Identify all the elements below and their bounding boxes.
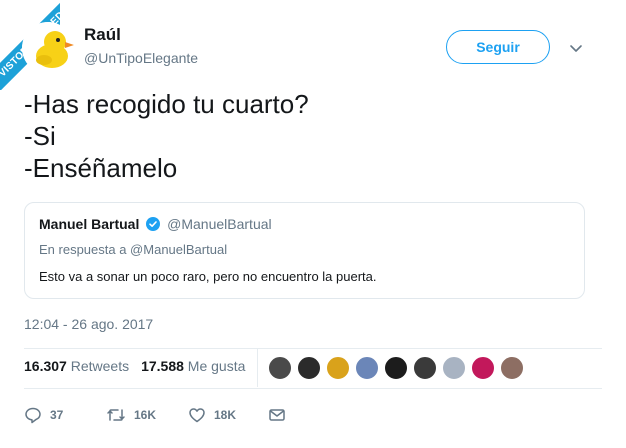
likes-count: 17.588 — [141, 358, 184, 374]
divider — [24, 388, 602, 389]
liker-avatar[interactable] — [471, 356, 495, 380]
heart-icon — [189, 408, 205, 423]
duck-avatar-icon — [22, 22, 74, 74]
stats-separator — [257, 349, 258, 387]
quoted-author-handle: @ManuelBartual — [167, 216, 272, 232]
tweet-line: -Si — [24, 121, 56, 151]
quoted-tweet-header: Manuel Bartual @ManuelBartual — [39, 215, 570, 233]
divider — [24, 348, 602, 349]
reply-icon — [25, 407, 41, 424]
retweets-label: Retweets — [70, 358, 130, 374]
liker-avatar[interactable] — [500, 356, 524, 380]
liker-avatar[interactable] — [384, 356, 408, 380]
tweet-text: -Has recogido tu cuarto? -Si -Enséñamelo — [24, 88, 309, 184]
reply-context: En respuesta a @ManuelBartual — [39, 242, 228, 257]
tweet-line: -Has recogido tu cuarto? — [24, 89, 309, 119]
reply-button[interactable]: 37 — [24, 404, 63, 426]
author-handle[interactable]: @UnTipoElegante — [84, 50, 198, 66]
retweet-count: 16K — [134, 408, 157, 422]
timestamp[interactable]: 12:04 - 26 ago. 2017 — [24, 316, 153, 332]
author-name[interactable]: Raúl — [84, 25, 121, 45]
liker-avatar[interactable] — [268, 356, 292, 380]
quoted-tweet[interactable]: Manuel Bartual @ManuelBartual En respues… — [24, 202, 585, 299]
liker-avatar[interactable] — [355, 356, 379, 380]
retweet-button[interactable]: 16K — [106, 404, 156, 426]
reply-count: 37 — [50, 408, 64, 422]
liker-avatar[interactable] — [326, 356, 350, 380]
like-count: 18K — [214, 408, 237, 422]
liker-avatar[interactable] — [413, 356, 437, 380]
direct-message-button[interactable] — [268, 404, 286, 426]
envelope-icon — [269, 409, 285, 421]
liker-avatar[interactable] — [297, 356, 321, 380]
engagement-stats: 16.307 Retweets 17.588 Me gusta — [24, 358, 245, 374]
like-button[interactable]: 18K — [188, 404, 236, 426]
liker-avatar[interactable] — [442, 356, 466, 380]
retweets-count: 16.307 — [24, 358, 67, 374]
chevron-down-icon[interactable] — [568, 40, 584, 56]
follow-button[interactable]: Seguir — [446, 30, 550, 64]
quoted-tweet-text: Esto va a sonar un poco raro, pero no en… — [39, 269, 377, 284]
likes-stat[interactable]: 17.588 Me gusta — [141, 358, 245, 374]
retweet-icon — [107, 409, 125, 421]
quoted-author-name: Manuel Bartual — [39, 216, 140, 232]
verified-badge-icon — [146, 217, 161, 231]
avatar[interactable] — [22, 22, 74, 74]
tweet-line: -Enséñamelo — [24, 153, 178, 183]
retweets-stat[interactable]: 16.307 Retweets — [24, 358, 129, 374]
likes-label: Me gusta — [187, 358, 246, 374]
